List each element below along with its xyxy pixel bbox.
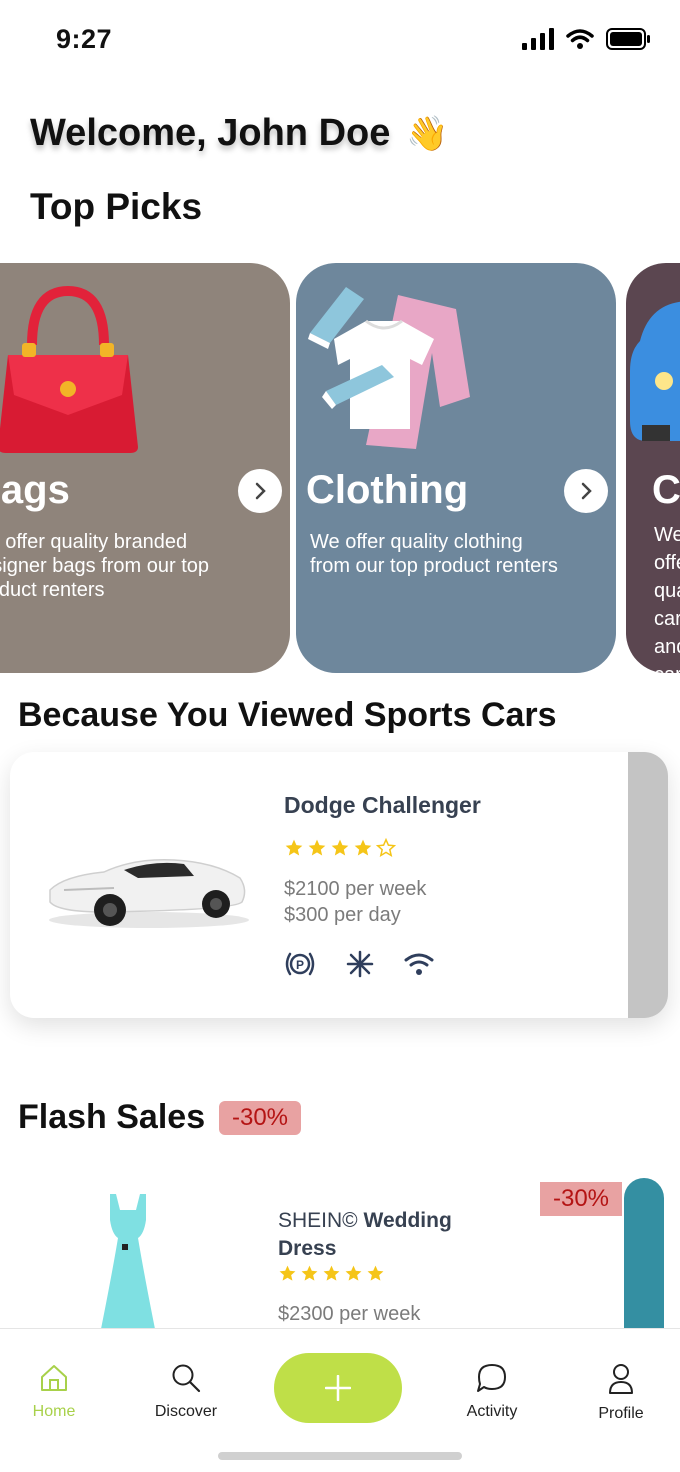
nav-activity-label: Activity — [466, 1403, 518, 1420]
top-picks-carousel[interactable]: Bags We offer quality branded designer b… — [0, 263, 680, 673]
search-icon — [172, 1364, 201, 1393]
product-card-wedding-dress[interactable]: SHEIN© Wedding Dress $2300 per week -30% — [0, 1172, 680, 1332]
star-filled-icon — [301, 1265, 318, 1281]
card-desc-bags: We offer quality branded designer bags f… — [0, 531, 210, 601]
signal-icon — [522, 28, 554, 50]
svg-text:P: P — [296, 958, 304, 972]
flash-sales-badge: -30% — [219, 1101, 301, 1135]
status-time: 9:27 — [56, 24, 113, 54]
welcome-heading: Welcome, John Doe 👋 — [30, 112, 449, 155]
dress-image — [100, 1194, 156, 1332]
handbag-image — [0, 285, 138, 453]
parking-icon: P — [285, 952, 315, 976]
product-card-dodge-challenger[interactable]: Dodge Challenger $2100 per week $300 per… — [10, 752, 668, 1018]
price-per-day: $300 per day — [284, 904, 401, 926]
nav-profile[interactable]: Profile — [592, 1363, 650, 1423]
flash-sales-title: Flash Sales — [18, 1098, 206, 1136]
category-card-cars[interactable]: Cars We offer quality cars and car renta… — [626, 263, 680, 673]
welcome-text: Welcome, John Doe — [30, 112, 391, 154]
nav-discover[interactable]: Discover — [150, 1363, 222, 1421]
card-title-clothing: Clothing — [306, 468, 469, 512]
star-filled-icon — [331, 839, 349, 856]
nav-discover-label: Discover — [154, 1403, 218, 1420]
star-filled-icon — [285, 839, 303, 856]
user-icon — [609, 1364, 633, 1394]
next-card-peek — [624, 1178, 664, 1332]
category-card-clothing[interactable]: Clothing We offer quality clothing from … — [296, 263, 616, 673]
card-title-cars: Cars — [652, 468, 680, 512]
wave-emoji: 👋 — [406, 114, 449, 153]
wifi-icon — [404, 953, 434, 975]
star-rating — [278, 1264, 385, 1283]
home-icon — [41, 1365, 67, 1391]
card-title-bags: Bags — [0, 468, 70, 512]
card-desc-cars: We offer quality cars and car rentals fr… — [654, 524, 680, 673]
star-filled-icon — [308, 839, 326, 856]
home-indicator[interactable] — [218, 1452, 462, 1460]
card-desc-clothing: We offer quality clothing from our top p… — [310, 531, 558, 577]
amenities-row: P — [284, 950, 434, 978]
dress-title: SHEIN© Wedding Dress — [278, 1207, 488, 1263]
discount-badge: -30% — [540, 1182, 622, 1216]
star-filled-icon — [323, 1265, 340, 1281]
star-filled-icon — [354, 839, 372, 856]
star-filled-icon — [345, 1265, 362, 1281]
top-picks-title: Top Picks — [30, 186, 203, 227]
battery-icon — [606, 28, 650, 50]
star-empty-icon — [376, 838, 396, 858]
viewed-section-title: Because You Viewed Sports Cars — [18, 696, 557, 734]
nav-home[interactable]: Home — [26, 1363, 82, 1421]
sports-car-image — [49, 859, 249, 928]
star-filled-icon — [367, 1265, 384, 1281]
nav-home-label: Home — [32, 1403, 76, 1420]
category-card-bags[interactable]: Bags We offer quality branded designer b… — [0, 263, 290, 673]
car-toy-image — [630, 301, 680, 441]
price-per-week: $2100 per week — [284, 878, 427, 900]
next-card-peek — [628, 752, 668, 1018]
star-filled-icon — [279, 1265, 296, 1281]
chevron-right-icon[interactable] — [238, 469, 282, 513]
chevron-right-icon[interactable] — [564, 469, 608, 513]
air-conditioning-icon — [346, 950, 374, 978]
nav-profile-label: Profile — [598, 1405, 644, 1422]
status-bar: 9:27 — [0, 0, 680, 84]
star-rating — [284, 838, 396, 858]
wifi-status-icon — [566, 29, 594, 49]
product-name: Dodge Challenger — [284, 792, 481, 818]
add-button[interactable] — [274, 1353, 402, 1423]
status-icons — [522, 28, 650, 50]
nav-activity[interactable]: Activity — [460, 1363, 524, 1421]
dress-brand: SHEIN© — [278, 1209, 358, 1232]
dress-price-per-week: $2300 per week — [278, 1303, 421, 1325]
bottom-nav: Home Discover Activity Profile — [0, 1328, 680, 1472]
clothing-image — [308, 287, 470, 449]
chat-icon — [477, 1364, 506, 1392]
plus-icon — [325, 1375, 351, 1401]
